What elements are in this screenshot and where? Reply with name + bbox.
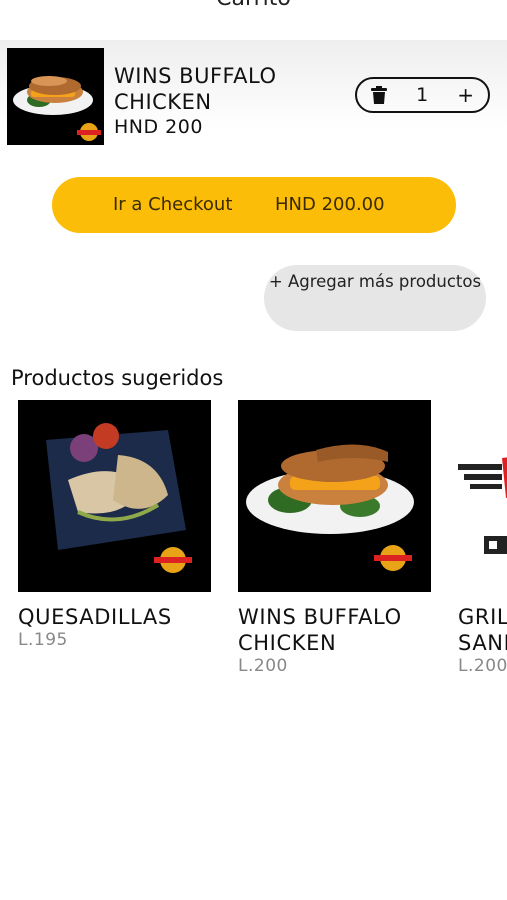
product-price: L.200 xyxy=(458,656,507,676)
quantity-value: 1 xyxy=(416,84,429,106)
cart-item-image xyxy=(7,48,104,145)
checkout-button[interactable]: Ir a Checkout HND 200.00 xyxy=(52,177,456,233)
suggested-products-title: Productos sugeridos xyxy=(11,366,224,390)
product-name: QUESADILLAS xyxy=(18,605,172,629)
product-card[interactable]: GRILLED CHICKEN SANDWICH L.200 xyxy=(458,400,507,676)
quantity-stepper[interactable]: 1 + xyxy=(355,77,490,113)
product-image[interactable] xyxy=(18,400,211,592)
increase-quantity-button[interactable]: + xyxy=(457,85,474,105)
product-name: WINS BUFFALO CHICKEN xyxy=(238,605,402,655)
checkout-amount: HND 200.00 xyxy=(275,194,385,215)
page-title: Carrito xyxy=(0,0,507,16)
product-image[interactable] xyxy=(238,400,431,592)
add-more-products-button[interactable]: + Agregar más productos xyxy=(264,265,486,331)
checkout-label: Ir a Checkout xyxy=(113,194,233,215)
cart-item-price: HND 200 xyxy=(114,116,203,138)
product-card[interactable]: WINS BUFFALO CHICKEN L.200 xyxy=(238,400,438,676)
trash-icon[interactable] xyxy=(371,86,387,104)
product-name: GRILLED CHICKEN SANDWICH xyxy=(458,605,507,655)
cart-item-name: WINS BUFFALO CHICKEN xyxy=(114,64,277,114)
product-price: L.195 xyxy=(18,630,68,650)
product-card[interactable]: QUESADILLAS L.195 xyxy=(18,400,218,650)
product-image[interactable] xyxy=(458,400,507,592)
product-price: L.200 xyxy=(238,656,288,676)
